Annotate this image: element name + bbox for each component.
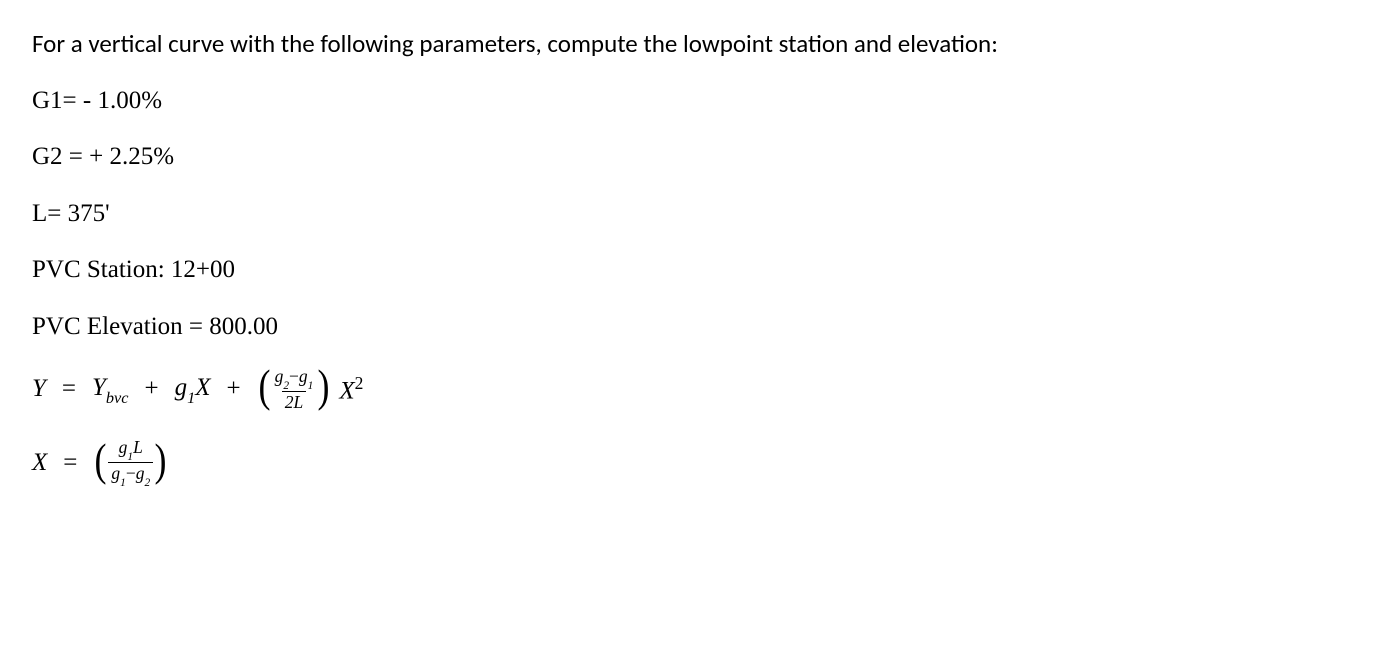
equals-sign: = [63,447,77,480]
formula-y-term1-sub: bvc [106,389,129,407]
formula-y-squared: 2 [355,373,364,393]
plus-sign: + [144,373,158,406]
formula-x-lhs: X [32,447,47,480]
formula-y-term1-base: Y [92,374,106,401]
formula-y-term3-paren: ( g2−g1 2L ) [257,367,332,412]
formula-y-term2-g: g [175,374,188,401]
frac-den-g1-sub: 1 [120,477,126,489]
formula-x-frac: g1L g1−g2 [108,438,153,487]
formula-y-lhs: Y [32,373,46,406]
formula-y-x: X [339,377,354,404]
formula-y-term2-var: X [195,374,210,401]
left-paren-icon: ( [95,449,107,472]
minus-sign: − [289,366,299,386]
formula-y-term2: g1X [175,372,211,407]
formula-y-frac-num: g2−g1 [272,367,317,391]
frac-den-g1: g [111,463,120,483]
frac-num-g1: g [299,366,308,386]
formula-x-frac-den: g1−g2 [108,462,153,487]
formula-y-frac: g2−g1 2L [272,367,317,412]
param-pvc-elevation: PVC Elevation = 800.00 [32,311,1358,344]
frac-num-L: L [133,437,143,457]
param-g2: G2 = + 2.25% [32,141,1358,174]
problem-statement: For a vertical curve with the following … [32,28,1358,61]
param-g1: G1= - 1.00% [32,85,1358,118]
formula-y-term3-var: X2 [339,372,363,408]
left-paren-icon: ( [258,375,270,398]
frac-den-g2-sub: 2 [144,477,150,489]
formula-x-paren: ( g1L g1−g2 ) [93,438,168,487]
frac-num-g1-sub: 1 [127,451,133,463]
formula-y: Y = Ybvc + g1X + ( g2−g1 2L ) X2 [32,367,1358,412]
formula-x: X = ( g1L g1−g2 ) [32,438,1358,487]
right-paren-icon: ) [318,375,330,398]
plus-sign: + [227,373,241,406]
formula-y-frac-den: 2L [282,391,306,412]
formula-y-term2-sub: 1 [187,389,195,407]
param-pvc-station: PVC Station: 12+00 [32,254,1358,287]
right-paren-icon: ) [155,449,167,472]
param-length: L= 375' [32,198,1358,231]
formula-x-frac-num: g1L [116,438,146,462]
formula-y-term1: Ybvc [92,372,128,407]
minus-sign: − [126,463,136,483]
frac-num-g2-sub: 2 [283,380,289,392]
equals-sign: = [62,373,76,406]
frac-num-g1-sub: 1 [308,380,314,392]
